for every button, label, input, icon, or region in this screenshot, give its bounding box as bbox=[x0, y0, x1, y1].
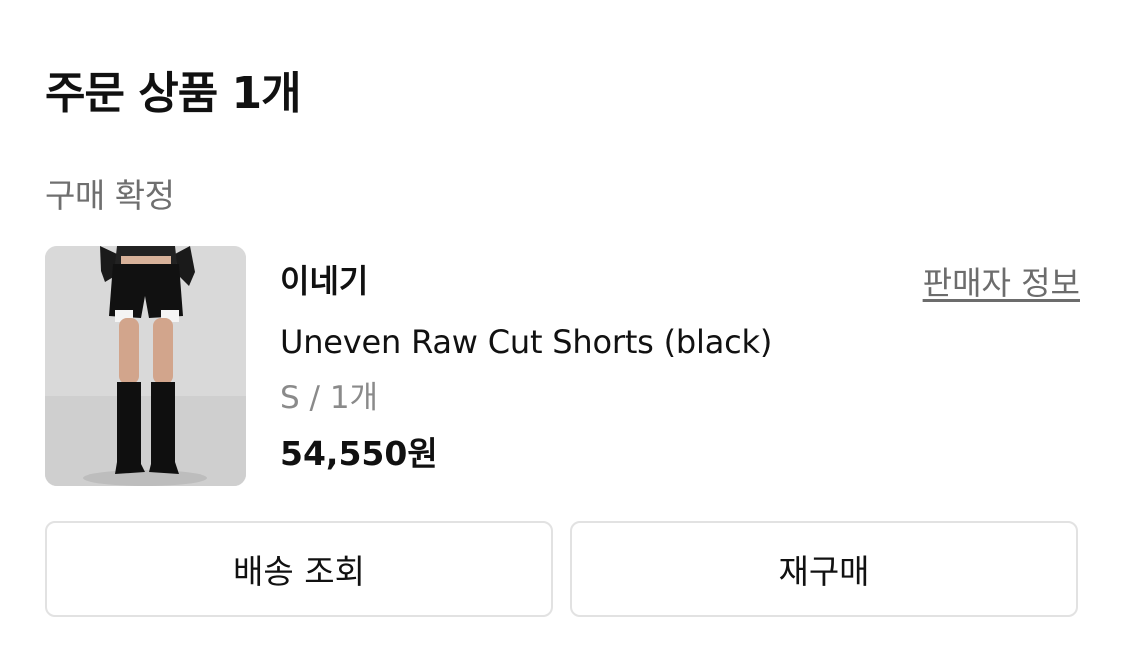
track-delivery-button[interactable]: 배송 조회 bbox=[45, 521, 553, 617]
repurchase-button[interactable]: 재구매 bbox=[570, 521, 1078, 617]
page-title: 주문 상품 1개 bbox=[45, 68, 302, 119]
product-image[interactable] bbox=[45, 246, 246, 486]
product-price: 54,550원 bbox=[280, 434, 438, 473]
product-option: S / 1개 bbox=[280, 380, 379, 416]
order-status: 구매 확정 bbox=[45, 176, 175, 215]
product-name[interactable]: Uneven Raw Cut Shorts (black) bbox=[280, 321, 772, 363]
seller-name[interactable]: 이네기 bbox=[280, 260, 368, 302]
seller-info-link[interactable]: 판매자 정보 bbox=[923, 262, 1080, 304]
product-photo-icon bbox=[45, 246, 246, 486]
